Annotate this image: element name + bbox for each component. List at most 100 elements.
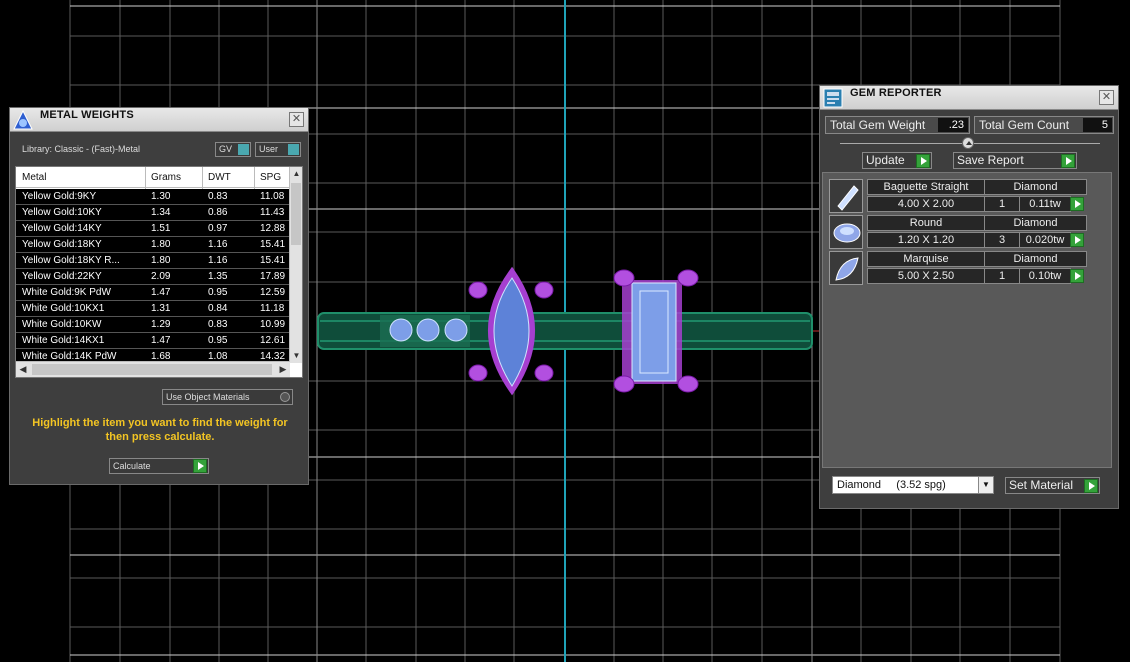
scroll-right-icon[interactable]: ▶ [276, 362, 290, 377]
scroll-left-icon[interactable]: ◀ [16, 362, 30, 377]
column-header-metal[interactable]: Metal [22, 172, 46, 183]
material-select-value: Diamond (3.52 spg) [837, 479, 946, 491]
table-row[interactable]: Yellow Gold:14KY 1.51 0.97 12.88 [16, 221, 290, 237]
gv-toggle[interactable]: GV [215, 142, 251, 157]
total-gem-count-label: Total Gem Count [979, 118, 1070, 132]
total-gem-weight-value: .23 [938, 118, 968, 132]
scroll-thumb[interactable] [291, 183, 301, 245]
metal-table[interactable]: Metal Grams DWT SPG Yellow Gold:9KY 1.30 0… [15, 166, 303, 378]
column-header-spg[interactable]: SPG [260, 172, 281, 183]
chevron-down-icon[interactable]: ▼ [978, 477, 993, 493]
user-toggle[interactable]: User [255, 142, 301, 157]
metal-name-cell: White Gold:10KW [22, 319, 102, 330]
play-arrow-icon[interactable] [1070, 233, 1084, 247]
set-material-button[interactable]: Set Material [1005, 477, 1100, 494]
calculate-button[interactable]: Calculate [109, 458, 209, 474]
play-arrow-icon [1084, 479, 1098, 493]
total-gem-weight-field: Total Gem Weight .23 [825, 116, 970, 134]
gem-material: Diamond [984, 215, 1087, 231]
gem-weight: 0.020tw [1019, 232, 1071, 248]
radio-icon[interactable] [280, 392, 290, 402]
metal-name-cell: Yellow Gold:22KY [22, 271, 102, 282]
play-arrow-icon[interactable] [1070, 197, 1084, 211]
metal-weights-icon [13, 109, 33, 130]
table-row[interactable]: White Gold:14KX1 1.47 0.95 12.61 [16, 333, 290, 349]
spg-cell: 12.59 [260, 287, 286, 298]
material-select[interactable]: Diamond (3.52 spg) ▼ [832, 476, 994, 494]
gem-count: 1 [984, 196, 1020, 212]
table-row[interactable]: White Gold:9K PdW 1.47 0.95 12.59 [16, 285, 290, 301]
table-row[interactable]: Yellow Gold:9KY 1.30 0.83 11.08 [16, 189, 290, 205]
gem-reporter-titlebar[interactable]: GEM REPORTER ✕ [820, 86, 1118, 110]
spg-cell: 15.41 [260, 239, 286, 250]
total-gem-count-value: 5 [1083, 118, 1112, 132]
dwt-cell: 0.86 [208, 207, 228, 218]
metal-name-cell: Yellow Gold:18KY R... [22, 255, 120, 266]
metal-name-cell: Yellow Gold:18KY [22, 239, 102, 250]
gem-row[interactable]: Baguette Straight Diamond 4.00 X 2.00 1 0.11… [829, 179, 1087, 213]
spg-cell: 11.18 [260, 303, 285, 314]
play-arrow-icon[interactable] [1070, 269, 1084, 283]
gem-row[interactable]: Round Diamond 1.20 X 1.20 3 0.020tw [829, 215, 1087, 249]
toggle-indicator-icon [238, 144, 249, 155]
use-object-materials-label: Use Object Materials [166, 392, 250, 402]
gem-size: 1.20 X 1.20 [867, 232, 985, 248]
table-row[interactable]: Yellow Gold:22KY 2.09 1.35 17.89 [16, 269, 290, 285]
calculate-label: Calculate [113, 461, 151, 471]
metal-weights-titlebar[interactable]: METAL WEIGHTS ✕ [10, 108, 308, 132]
dwt-cell: 1.16 [208, 239, 228, 250]
metal-name-cell: White Gold:14KX1 [22, 335, 105, 346]
table-row[interactable]: White Gold:10KX1 1.31 0.84 11.18 [16, 301, 290, 317]
gem-thumbnail[interactable] [829, 215, 863, 249]
gem-thumbnail[interactable] [829, 179, 863, 213]
grams-cell: 1.47 [151, 335, 171, 346]
metal-table-body: Yellow Gold:9KY 1.30 0.83 11.08 Yellow Gold:… [16, 189, 290, 365]
grams-cell: 2.09 [151, 271, 171, 282]
scroll-thumb[interactable] [32, 364, 272, 375]
library-label: Library: Classic - (Fast)-Metal [22, 144, 141, 154]
gem-reporter-icon [823, 88, 843, 108]
total-gem-weight-label: Total Gem Weight [830, 118, 926, 132]
table-row[interactable]: Yellow Gold:18KY 1.80 1.16 15.41 [16, 237, 290, 253]
column-header-grams[interactable]: Grams [151, 172, 181, 183]
save-report-label: Save Report [957, 153, 1024, 167]
scroll-down-icon[interactable]: ▼ [290, 349, 302, 363]
metal-name-cell: Yellow Gold:14KY [22, 223, 102, 234]
user-toggle-label: User [259, 144, 279, 154]
table-row[interactable]: Yellow Gold:10KY 1.34 0.86 11.43 [16, 205, 290, 221]
toggle-indicator-icon [288, 144, 299, 155]
set-material-label: Set Material [1009, 478, 1074, 492]
metal-name-cell: Yellow Gold:9KY [22, 191, 97, 202]
vertical-scrollbar[interactable]: ▲ ▼ [289, 167, 302, 363]
column-header-dwt[interactable]: DWT [208, 172, 231, 183]
marquise-gem-icon [835, 257, 859, 281]
grams-cell: 1.31 [151, 303, 171, 314]
slider-handle[interactable] [962, 137, 974, 149]
close-icon[interactable]: ✕ [289, 112, 304, 127]
table-row[interactable]: White Gold:10KW 1.29 0.83 10.99 [16, 317, 290, 333]
dwt-cell: 1.16 [208, 255, 228, 266]
update-button[interactable]: Update [862, 152, 932, 169]
play-arrow-icon [916, 154, 930, 168]
metal-name-cell: Yellow Gold:10KY [22, 207, 102, 218]
gem-list[interactable]: Baguette Straight Diamond 4.00 X 2.00 1 0.11… [822, 172, 1112, 468]
gem-shape: Marquise [867, 251, 985, 267]
horizontal-scrollbar[interactable]: ◀ ▶ [16, 361, 290, 377]
gem-thumbnail[interactable] [829, 251, 863, 285]
save-report-button[interactable]: Save Report [953, 152, 1077, 169]
gem-material: Diamond [984, 179, 1087, 195]
scroll-up-icon[interactable]: ▲ [290, 167, 302, 181]
round-gem-icon [833, 223, 861, 243]
gem-row[interactable]: Marquise Diamond 5.00 X 2.50 1 0.10tw [829, 251, 1087, 285]
use-object-materials-option[interactable]: Use Object Materials [162, 389, 293, 405]
hint-text: Highlight the item you want to find the … [32, 417, 288, 443]
gem-size: 5.00 X 2.50 [867, 268, 985, 284]
close-icon[interactable]: ✕ [1099, 90, 1114, 105]
metal-weights-panel: METAL WEIGHTS ✕ Library: Classic - (Fast… [9, 107, 309, 485]
update-label: Update [866, 153, 905, 167]
table-row[interactable]: Yellow Gold:18KY R... 1.80 1.16 15.41 [16, 253, 290, 269]
gem-reporter-title: GEM REPORTER [850, 87, 942, 99]
gem-material: Diamond [984, 251, 1087, 267]
spg-cell: 11.08 [260, 191, 285, 202]
grams-cell: 1.30 [151, 191, 171, 202]
